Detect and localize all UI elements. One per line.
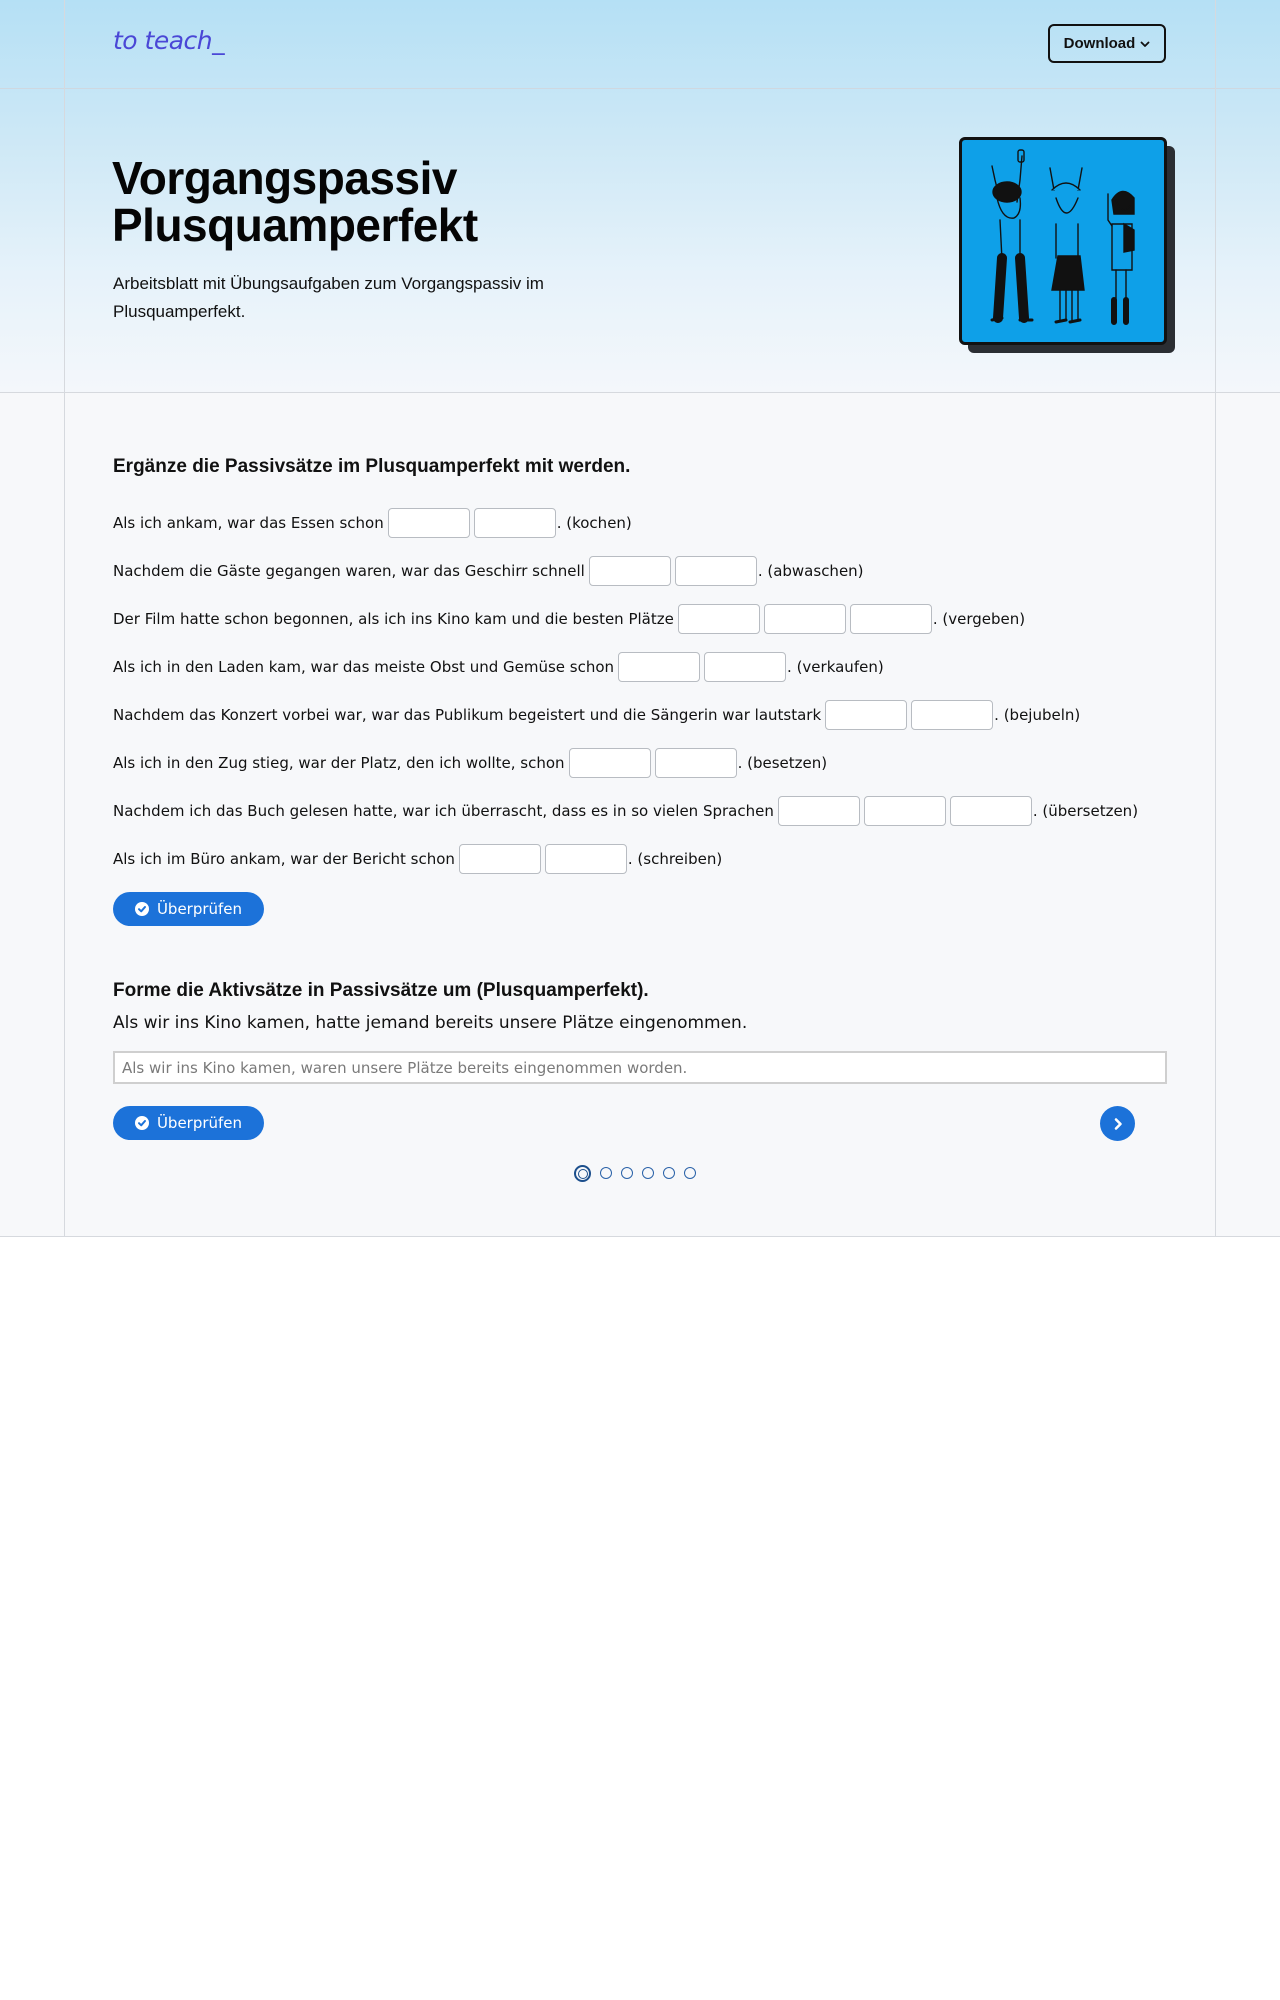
people-cheering-icon [990,149,1135,325]
pagination-dots [574,1164,696,1182]
sentence-row: Als ich in den Laden kam, war das meiste… [113,651,884,683]
check-circle-icon [134,1116,149,1130]
title-line-1: Vorgangspassiv [112,152,457,204]
sentence-text: Als ich im Büro ankam, war der Bericht s… [113,850,455,868]
exercise1-heading: Ergänze die Passivsätze im Plusquamperfe… [113,456,631,477]
title-line-2: Plusquamperfekt [112,199,478,251]
right-guide-line [1215,0,1216,1237]
sentence-row: Der Film hatte schon begonnen, als ich i… [113,603,1025,635]
pagination-dot[interactable] [621,1167,633,1179]
sentence-text: Nachdem ich das Buch gelesen hatte, war … [113,802,774,820]
next-button[interactable] [1100,1106,1135,1141]
check-circle-icon [134,902,149,916]
pagination-dot[interactable] [600,1167,612,1179]
sentence-row: Nachdem ich das Buch gelesen hatte, war … [113,795,1138,827]
verb-hint: . (abwaschen) [757,562,864,580]
gap-input[interactable] [949,796,1032,826]
verb-hint: . (vergeben) [932,610,1026,628]
sentence-text: Nachdem die Gäste gegangen waren, war da… [113,562,585,580]
verb-hint: . (kochen) [556,514,632,532]
pagination-dot[interactable] [684,1167,696,1179]
check-button-2[interactable]: Überprüfen [113,1106,264,1140]
check-button-label: Überprüfen [156,900,243,918]
page-title: Vorgangspassiv Plusquamperfekt [112,155,672,249]
gap-input[interactable] [825,700,908,730]
gap-input[interactable] [588,556,671,586]
pagination-dot[interactable] [642,1167,654,1179]
logo[interactable]: to teach_ [113,26,225,55]
gap-input[interactable] [677,604,760,634]
gap-input[interactable] [704,652,787,682]
gap-input[interactable] [458,844,541,874]
sentence-text: Als ich in den Zug stieg, war der Platz,… [113,754,565,772]
pagination-dot[interactable] [574,1164,591,1182]
check-button-1[interactable]: Überprüfen [113,892,264,926]
exercise2-heading: Forme die Aktivsätze in Passivsätze um (… [113,980,649,1001]
sentence-row: Nachdem die Gäste gegangen waren, war da… [113,555,864,587]
gap-input[interactable] [863,796,946,826]
gap-input[interactable] [618,652,701,682]
sentence-text: Als ich in den Laden kam, war das meiste… [113,658,615,676]
verb-hint: . (schreiben) [627,850,723,868]
page-subtitle: Arbeitsblatt mit Übungsaufgaben zum Vorg… [113,274,544,321]
gap-input[interactable] [777,796,860,826]
chevron-right-icon [1114,1117,1122,1130]
pagination-dot[interactable] [663,1167,675,1179]
sentence-text: Der Film hatte schon begonnen, als ich i… [113,610,674,628]
chevron-down-icon [1140,41,1150,47]
answer-input[interactable] [113,1051,1167,1084]
sentence-text: Nachdem das Konzert vorbei war, war das … [113,706,822,724]
gap-input[interactable] [674,556,757,586]
sentence-text: Als ich ankam, war das Essen schon [113,514,384,532]
download-label: Download [1063,35,1136,52]
verb-hint: . (verkaufen) [787,658,884,676]
gap-input[interactable] [849,604,932,634]
download-button[interactable]: Download [1048,24,1166,63]
sentence-row: Als ich im Büro ankam, war der Bericht s… [113,843,722,875]
gap-input[interactable] [654,748,737,778]
left-guide-line [64,0,65,1237]
gap-input[interactable] [568,748,651,778]
verb-hint: . (besetzen) [737,754,828,772]
hero-illustration [959,137,1167,345]
gap-input[interactable] [544,844,627,874]
verb-hint: . (übersetzen) [1032,802,1139,820]
sentence-row: Als ich in den Zug stieg, war der Platz,… [113,747,827,779]
header-divider [0,88,1280,89]
check-button-label: Überprüfen [156,1114,243,1132]
sentence-row: Nachdem das Konzert vorbei war, war das … [113,699,1080,731]
sentence-row: Als ich ankam, war das Essen schon . (koc… [113,507,632,539]
gap-input[interactable] [911,700,994,730]
gap-input[interactable] [763,604,846,634]
verb-hint: . (bejubeln) [994,706,1081,724]
gap-input[interactable] [387,508,470,538]
exercise2-prompt: Als wir ins Kino kamen, hatte jemand ber… [113,1013,748,1033]
gap-input[interactable] [473,508,556,538]
